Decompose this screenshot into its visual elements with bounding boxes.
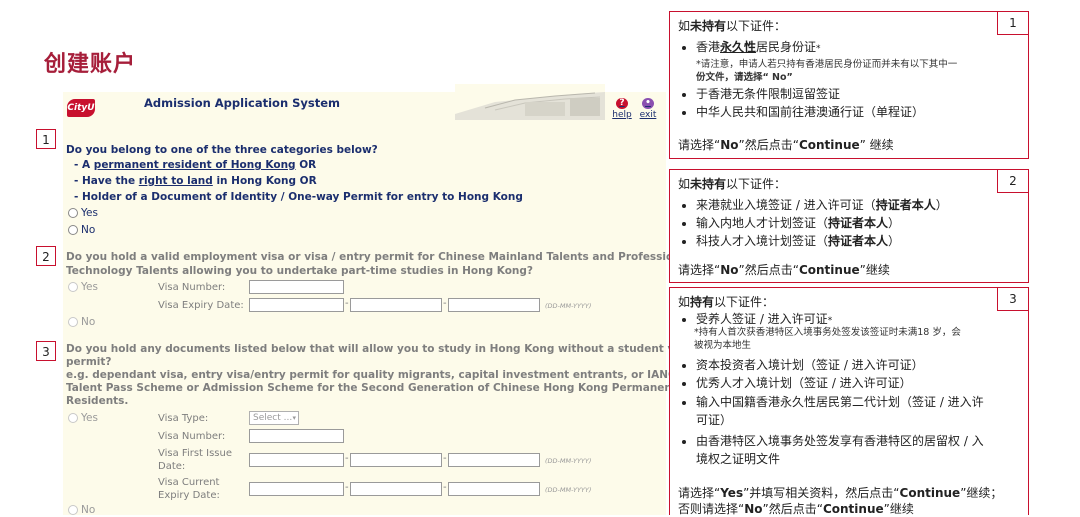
- exit-button[interactable]: • exit: [638, 98, 658, 120]
- radio-circle[interactable]: [68, 225, 78, 235]
- q2-visa-number-input[interactable]: [249, 280, 344, 294]
- list-item: 中华人民共和国前往港澳通行证（单程证）: [696, 103, 1036, 121]
- list-item: 科技人才入境计划签证（持证者本人）: [696, 232, 1036, 250]
- card-number: 1: [997, 12, 1028, 35]
- date-separator: -: [345, 482, 349, 493]
- date-format-hint: (DD-MM-YYYY): [545, 486, 592, 494]
- q2-visa-number-label: Visa Number:: [158, 282, 226, 293]
- date-separator: -: [345, 298, 349, 309]
- card-list: 来港就业入境签证 / 进入许可证（持证者本人） 输入内地人才计划签证（持证者本人…: [678, 196, 1036, 250]
- q3-visa-number-input[interactable]: [249, 429, 344, 443]
- q3-first-issue-year-input[interactable]: [448, 453, 540, 467]
- radio-circle[interactable]: [68, 282, 78, 292]
- list-item: 来港就业入境签证 / 进入许可证（持证者本人）: [696, 196, 1036, 214]
- q3-example-line-2: Talent Pass Scheme or Admission Scheme f…: [66, 382, 677, 394]
- marker-3: 3: [36, 341, 56, 361]
- q3-question-line-1: Do you hold any documents listed below t…: [66, 343, 727, 355]
- page-title: 创建账户: [44, 52, 137, 77]
- q1-no-radio[interactable]: No: [68, 224, 95, 236]
- card-heading: 如持有以下证件：: [678, 295, 775, 309]
- date-separator: -: [443, 298, 447, 309]
- info-card-3: 3 如持有以下证件： 受养人签证 / 进入许可证* *持有人首次获香港特区入境事…: [669, 287, 1029, 516]
- q3-expiry-year-input[interactable]: [448, 482, 540, 496]
- date-format-hint: (DD-MM-YYYY): [545, 302, 592, 310]
- q2-expiry-month-input[interactable]: [350, 298, 442, 312]
- q3-first-issue-day-input[interactable]: [249, 453, 344, 467]
- card-instruction-1: 请选择“Yes”并填写相关资料，然后点击“Continue”继续；: [678, 486, 1003, 500]
- q3-current-expiry-label: Visa Current Expiry Date:: [158, 477, 220, 501]
- cityu-logo: CityU: [67, 99, 95, 117]
- q2-yes-radio[interactable]: Yes: [68, 281, 98, 293]
- q3-first-issue-label: Visa First Issue Date:: [158, 448, 232, 472]
- list-item: 于香港无条件限制逗留签证: [696, 85, 1036, 103]
- help-button[interactable]: ? help: [612, 98, 632, 120]
- q2-expiry-day-input[interactable]: [249, 298, 344, 312]
- date-separator: -: [345, 453, 349, 464]
- radio-circle[interactable]: [68, 208, 78, 218]
- card-instruction: 请选择“No”然后点击“Continue” 继续: [678, 138, 894, 152]
- info-card-1: 1 如未持有以下证件： 香港永久性居民身份证* *请注意，申请人若只持有香港居民…: [669, 11, 1029, 159]
- card-list: 香港永久性居民身份证*: [678, 38, 1036, 58]
- info-card-2: 2 如未持有以下证件： 来港就业入境签证 / 进入许可证（持证者本人） 输入内地…: [669, 169, 1029, 283]
- list-item: 资本投资者入境计划（签证 / 进入许可证）: [696, 356, 1036, 374]
- campus-building-image: [455, 84, 605, 120]
- radio-circle[interactable]: [68, 413, 78, 423]
- card-number: 2: [997, 170, 1028, 193]
- list-item: 优秀人才入境计划（签证 / 进入许可证）: [696, 374, 1036, 392]
- card-number: 3: [997, 288, 1028, 311]
- card-heading: 如未持有以下证件：: [678, 19, 787, 33]
- card-list: 于香港无条件限制逗留签证 中华人民共和国前往港澳通行证（单程证）: [678, 85, 1036, 121]
- right-to-land-link[interactable]: right to land: [139, 175, 213, 187]
- card-instruction-2: 否则请选择“No”然后点击“Continue”继续: [678, 502, 914, 516]
- radio-circle[interactable]: [68, 317, 78, 327]
- q2-no-radio[interactable]: No: [68, 316, 95, 328]
- q3-visa-number-label: Visa Number:: [158, 431, 226, 442]
- date-separator: -: [443, 482, 447, 493]
- help-icon: ?: [616, 98, 628, 109]
- card-note: *持有人首次获香港特区入境事务处签发该签证时未满18 岁，会 被视为本地生: [694, 327, 961, 351]
- list-item: 由香港特区入境事务处签发享有香港特区的居留权 / 入境权之证明文件: [696, 432, 1036, 468]
- exit-icon: •: [642, 98, 654, 109]
- card-instruction: 请选择“No”然后点击“Continue”继续: [678, 263, 890, 277]
- q1-item-2: - Have the right to land in Hong Kong OR: [74, 175, 317, 187]
- q2-expiry-year-input[interactable]: [448, 298, 540, 312]
- date-format-hint: (DD-MM-YYYY): [545, 457, 592, 465]
- q2-visa-expiry-label: Visa Expiry Date:: [158, 300, 244, 311]
- marker-2: 2: [36, 246, 56, 266]
- list-item: 香港永久性居民身份证*: [696, 38, 1036, 58]
- list-item: 输入中国籍香港永久性居民第二代计划（签证 / 进入许可证）: [696, 393, 1036, 429]
- q1-item-3: - Holder of a Document of Identity / One…: [74, 191, 523, 203]
- q3-expiry-day-input[interactable]: [249, 482, 344, 496]
- list-item: 输入内地人才计划签证（持证者本人）: [696, 214, 1036, 232]
- q3-visa-type-label: Visa Type:: [158, 413, 209, 424]
- card-note: *请注意，申请人若只持有香港居民身份证而并未有以下其中一 份文件，请选择“ No”: [696, 59, 958, 83]
- permanent-resident-link[interactable]: permanent resident of Hong Kong: [94, 159, 296, 171]
- date-separator: -: [443, 453, 447, 464]
- q2-question-line-2: Technology Talents allowing you to under…: [66, 265, 533, 277]
- q3-no-radio[interactable]: No: [68, 504, 95, 516]
- q3-yes-radio[interactable]: Yes: [68, 412, 98, 424]
- q1-yes-radio[interactable]: Yes: [68, 207, 98, 219]
- q3-expiry-month-input[interactable]: [350, 482, 442, 496]
- app-name: Admission Application System: [144, 96, 341, 110]
- card-heading: 如未持有以下证件：: [678, 177, 787, 191]
- q3-example-line-3: Residents.: [66, 395, 129, 407]
- q3-first-issue-month-input[interactable]: [350, 453, 442, 467]
- chevron-down-icon: ▾: [292, 414, 296, 422]
- card-list: 资本投资者入境计划（签证 / 进入许可证） 优秀人才入境计划（签证 / 进入许可…: [678, 356, 1036, 468]
- q1-item-1: - A permanent resident of Hong Kong OR: [74, 159, 317, 171]
- marker-1: 1: [36, 129, 56, 149]
- radio-circle[interactable]: [68, 505, 78, 515]
- q3-visa-type-select[interactable]: Select ... ▾: [249, 411, 299, 425]
